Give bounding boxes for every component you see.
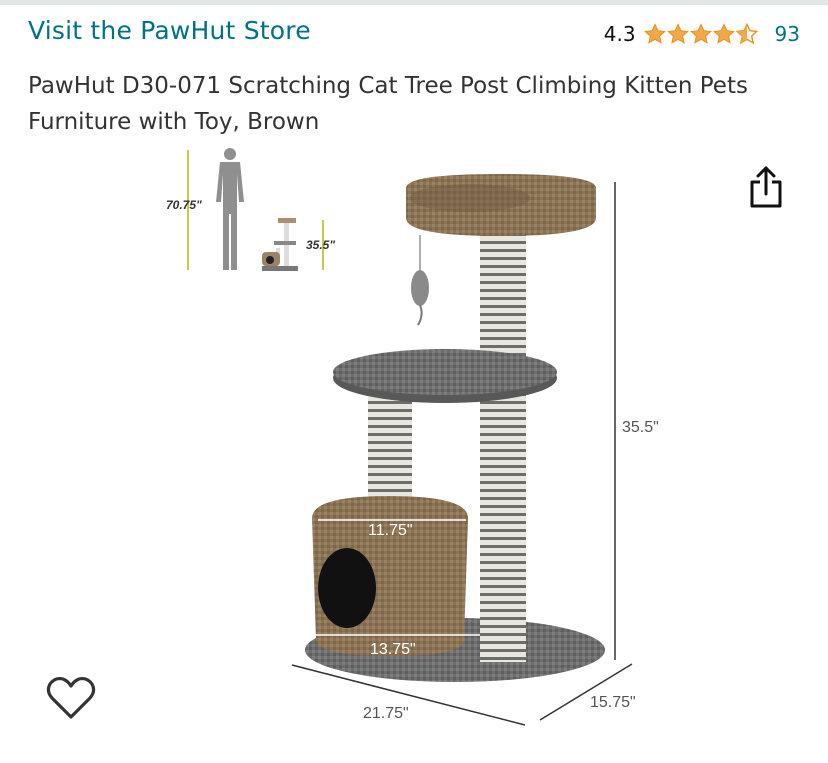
star-half-icon <box>735 23 758 45</box>
share-icon <box>750 166 782 208</box>
star-full-icon <box>666 23 689 44</box>
tree-small-height-label: 35.5" <box>306 238 336 252</box>
product-image[interactable]: 70.75" 35.5" 35.5" 11.75" 13.75" 21.75" … <box>150 140 680 740</box>
top-divider <box>0 0 828 5</box>
person-silhouette <box>216 148 244 270</box>
base-length-label: 21.75" <box>363 705 409 722</box>
wishlist-button[interactable] <box>46 675 96 721</box>
star-full-icon <box>689 23 712 44</box>
height-dimension-label: 35.5" <box>622 419 659 436</box>
condo-top-width-label: 11.75" <box>368 522 413 539</box>
share-button[interactable] <box>746 164 786 212</box>
heart-outline-icon <box>46 676 96 719</box>
product-title: PawHut D30-071 Scratching Cat Tree Post … <box>28 73 748 135</box>
rating-value: 4.3 <box>603 22 636 46</box>
review-count-link[interactable]: 93 <box>775 22 800 46</box>
star-full-icon <box>712 23 735 44</box>
base-width-label: 15.75" <box>590 694 636 711</box>
star-rating[interactable] <box>643 23 759 45</box>
condo-bottom-width-label: 13.75" <box>370 641 416 658</box>
store-link[interactable]: Visit the PawHut Store <box>28 16 311 45</box>
star-full-icon <box>643 23 666 44</box>
small-tree-icon <box>262 218 298 271</box>
rating-summary[interactable]: 4.3 93 <box>604 20 800 48</box>
human-height-label: 70.75" <box>166 198 202 212</box>
